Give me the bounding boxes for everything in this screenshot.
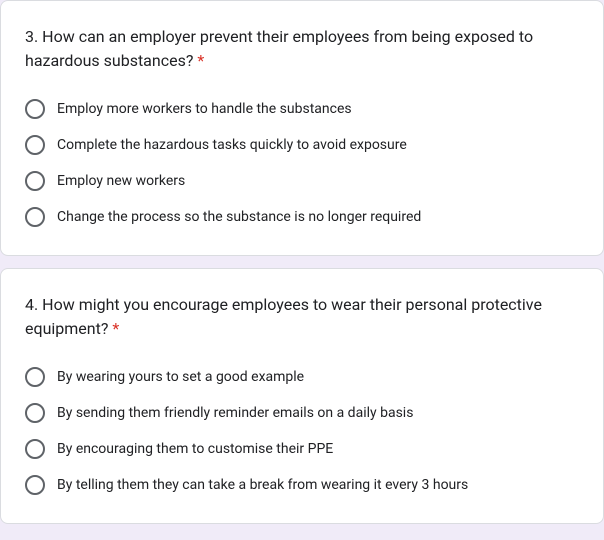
option-label: Change the process so the substance is n… [57, 207, 421, 227]
question-title: 3. How can an employer prevent their emp… [25, 25, 579, 73]
radio-icon[interactable] [25, 403, 45, 423]
question-card-3: 3. How can an employer prevent their emp… [0, 0, 604, 256]
option-label: By wearing yours to set a good example [57, 367, 304, 387]
radio-icon[interactable] [25, 439, 45, 459]
option-row[interactable]: Change the process so the substance is n… [25, 199, 579, 235]
option-label: By encouraging them to customise their P… [57, 439, 333, 459]
option-row[interactable]: Complete the hazardous tasks quickly to … [25, 127, 579, 163]
option-row[interactable]: Employ new workers [25, 163, 579, 199]
radio-icon[interactable] [25, 135, 45, 155]
radio-icon[interactable] [25, 207, 45, 227]
radio-icon[interactable] [25, 367, 45, 387]
question-card-4: 4. How might you encourage employees to … [0, 268, 604, 524]
option-label: By sending them friendly reminder emails… [57, 403, 413, 423]
option-row[interactable]: By sending them friendly reminder emails… [25, 395, 579, 431]
option-label: Complete the hazardous tasks quickly to … [57, 135, 407, 155]
option-row[interactable]: Employ more workers to handle the substa… [25, 91, 579, 127]
option-row[interactable]: By wearing yours to set a good example [25, 359, 579, 395]
radio-icon[interactable] [25, 99, 45, 119]
question-title: 4. How might you encourage employees to … [25, 293, 579, 341]
option-row[interactable]: By telling them they can take a break fr… [25, 467, 579, 503]
required-asterisk: * [197, 51, 204, 70]
required-asterisk: * [112, 319, 119, 338]
option-label: By telling them they can take a break fr… [57, 475, 468, 495]
radio-icon[interactable] [25, 171, 45, 191]
question-text: 3. How can an employer prevent their emp… [25, 27, 533, 70]
option-label: Employ more workers to handle the substa… [57, 99, 352, 119]
radio-icon[interactable] [25, 475, 45, 495]
option-row[interactable]: By encouraging them to customise their P… [25, 431, 579, 467]
question-text: 4. How might you encourage employees to … [25, 295, 542, 338]
option-label: Employ new workers [57, 171, 185, 191]
